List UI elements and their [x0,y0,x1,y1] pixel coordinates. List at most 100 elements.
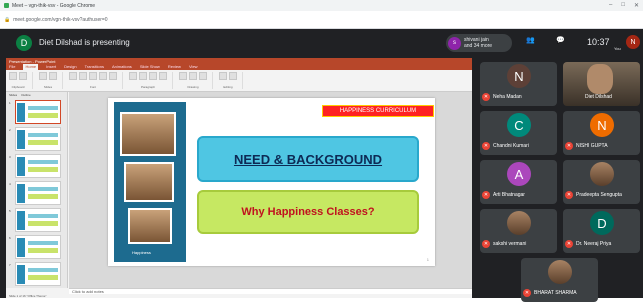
thumb-number: 5 [9,209,11,213]
participant-name: sakshi vermani [493,241,527,247]
ppt-status-bar: Slide 1 of 16 "Office Theme" [6,294,472,298]
font-size-icon[interactable] [109,72,117,80]
thumb-number: 4 [9,182,11,186]
participant-name: Chandni Kumari [493,143,529,149]
participant-tile[interactable]: ✕ sakshi vermani [480,209,557,253]
participant-tile[interactable]: Diet Dilshad [563,62,640,106]
italic-icon[interactable] [79,72,87,80]
group-label: Clipboard [11,85,25,89]
participant-tile[interactable]: ✕ BHARAT SHARMA [521,258,598,302]
participant-photo [590,162,614,186]
meet-top-bar: D Diet Dilshad is presenting s shivani j… [0,29,643,56]
participant-tile[interactable]: N ✕ NISHI GUPTA [563,111,640,155]
thumb-number: 3 [9,155,11,159]
ribbon-group-slides: Slides [39,72,63,89]
people-icon[interactable]: 👥 [526,36,535,44]
address-bar[interactable]: 🔒 meet.google.com/vgn-thik-vsv?authuser=… [0,11,643,29]
group-label: Editing [223,85,233,89]
slide-thumbnail[interactable]: 1 [9,100,61,124]
participant-name: Diet Dilshad [585,94,612,100]
participant-tile[interactable]: C ✕ Chandni Kumari [480,111,557,155]
clock: 10:37 [587,37,610,47]
self-avatar[interactable]: N [626,35,640,49]
tab-review[interactable]: Review [168,64,181,70]
thumb-tab-slides[interactable]: Slides [9,93,17,97]
new-slide-icon[interactable] [39,72,47,80]
bullets-icon[interactable] [129,72,137,80]
group-label: Slides [43,85,53,89]
tab-insert[interactable]: Insert [46,64,56,70]
participant-tile[interactable]: A ✕ Arti Bhatnagar [480,160,557,204]
child-photo [128,208,172,244]
quick-styles-icon[interactable] [199,72,207,80]
mic-off-icon: ✕ [482,191,490,199]
bold-icon[interactable] [69,72,77,80]
curriculum-tag: HAPPINESS CURRICULUM [322,105,434,117]
tab-animations[interactable]: Animations [112,64,132,70]
slide-heading: NEED & BACKGROUND [197,136,419,182]
slide-thumbnail[interactable]: 6 [9,235,61,259]
slide-thumbnail[interactable]: 2 [9,127,61,151]
slide-subheading: Why Happiness Classes? [197,190,419,234]
participant-grid: N ✕ Neha Madan Diet Dilshad C ✕ Chandni … [480,62,643,302]
layout-icon[interactable] [49,72,57,80]
participant-avatar: C [507,113,531,137]
slide-thumbnail[interactable]: 5 [9,208,61,232]
ribbon-group-clipboard: Clipboard [9,72,33,89]
participant-name: Pradeepta Sengupta [576,192,622,198]
participant-avatar: N [590,113,614,137]
tab-transitions[interactable]: Transitions [85,64,104,70]
participant-photo [548,260,572,284]
url-text[interactable]: meet.google.com/vgn-thik-vsv?authuser=0 [13,17,107,23]
participant-video [587,64,613,94]
browser-window-title: Meet – vgn-thik-vsv - Google Chrome [12,2,96,9]
tab-design[interactable]: Design [64,64,76,70]
find-icon[interactable] [219,72,227,80]
slide-thumbnails-pane: Slides Outline 1 2 3 4 5 6 7 [6,92,68,288]
slide-thumbnail[interactable]: 4 [9,181,61,205]
participant-tile[interactable]: D ✕ Dr. Neeraj Priya [563,209,640,253]
font-color-icon[interactable] [99,72,107,80]
cut-icon[interactable] [19,72,27,80]
mic-off-icon: ✕ [565,240,573,248]
participant-avatar: s [448,36,461,50]
thumb-tab-outline[interactable]: Outline [21,93,31,97]
participant-avatar: A [507,162,531,186]
group-label: Paragraph [140,85,155,89]
shared-screen: Presentation - PowerPoint File Home Inse… [6,58,472,298]
thumb-number: 7 [9,263,11,267]
participant-name: BHARAT SHARMA [534,290,577,296]
child-photo [120,112,176,156]
align-right-icon[interactable] [159,72,167,80]
close-icon[interactable]: ✕ [634,2,639,9]
paste-icon[interactable] [9,72,17,80]
arrange-icon[interactable] [189,72,197,80]
participant-tile[interactable]: N ✕ Neha Madan [480,62,557,106]
align-left-icon[interactable] [139,72,147,80]
children-photo-collage: Happiness [114,102,186,262]
ribbon-group-drawing: Drawing [179,72,213,89]
tab-view[interactable]: View [189,64,198,70]
underline-icon[interactable] [89,72,97,80]
ribbon-group-font: Font [69,72,123,89]
tab-slide-show[interactable]: Slide Show [140,64,160,70]
mic-off-icon: ✕ [482,142,490,150]
minimize-icon[interactable]: – [609,2,612,9]
align-center-icon[interactable] [149,72,157,80]
slide-thumbnail[interactable]: 7 [9,262,61,286]
thumb-number: 1 [9,101,11,105]
tab-file[interactable]: File [9,64,15,70]
ribbon-group-paragraph: Paragraph [129,72,173,89]
thumb-number: 2 [9,128,11,132]
maximize-icon[interactable]: □ [621,2,625,9]
participant-name: Dr. Neeraj Priya [576,241,612,247]
chat-icon[interactable]: 💬 [556,36,565,44]
replace-icon[interactable] [229,72,237,80]
shapes-icon[interactable] [179,72,187,80]
participant-avatar: D [590,211,614,235]
current-slide[interactable]: Happiness HAPPINESS CURRICULUM NEED & BA… [108,98,435,266]
participants-button[interactable]: s shivani jain and 34 more [446,34,512,52]
tab-home[interactable]: Home [23,64,39,70]
slide-thumbnail[interactable]: 3 [9,154,61,178]
participant-tile[interactable]: ✕ Pradeepta Sengupta [563,160,640,204]
